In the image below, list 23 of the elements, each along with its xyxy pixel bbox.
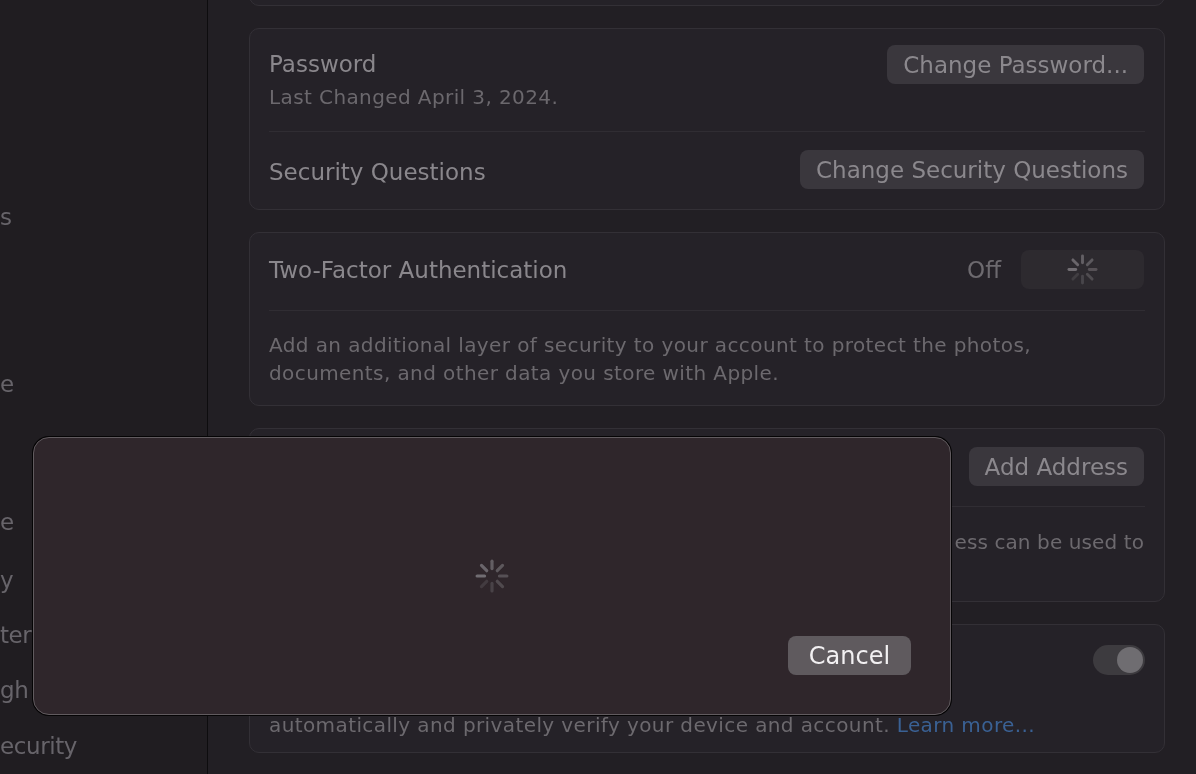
- sidebar-item[interactable]: gh: [0, 675, 29, 705]
- sidebar-item[interactable]: ecurity: [0, 731, 78, 761]
- sidebar-item[interactable]: e: [0, 507, 14, 537]
- description-text: Add an additional layer of security to your account to protect the photos, documents, and other data you store with Apple.: [269, 332, 1032, 387]
- sidebar-item[interactable]: ter: [0, 620, 32, 650]
- setting-subtitle: Last Changed April 3, 2024.: [269, 84, 559, 110]
- setting-title: Security Questions: [269, 157, 486, 187]
- description-text: ess can be used to: [954, 529, 1144, 556]
- sidebar-item[interactable]: e: [0, 369, 14, 399]
- cancel-button[interactable]: Cancel: [788, 636, 911, 675]
- sidebar-item[interactable]: y: [0, 565, 14, 595]
- setting-title: Password: [269, 50, 378, 79]
- setting-title: Two-Factor Authentication: [269, 255, 568, 285]
- loading-button[interactable]: [1021, 250, 1144, 289]
- learn-more-link[interactable]: Learn more...: [896, 713, 1036, 737]
- spinner-icon: [1067, 254, 1098, 285]
- status-text: Off: [967, 255, 1001, 285]
- sidebar-item[interactable]: s: [0, 202, 12, 232]
- toggle-switch[interactable]: [1093, 645, 1145, 675]
- action-button[interactable]: Change Password...: [887, 45, 1144, 84]
- description-text: automatically and privately verify your device and account. Learn more...: [269, 712, 1036, 739]
- action-button[interactable]: Change Security Questions: [800, 150, 1144, 189]
- action-button[interactable]: Add Address: [968, 447, 1144, 486]
